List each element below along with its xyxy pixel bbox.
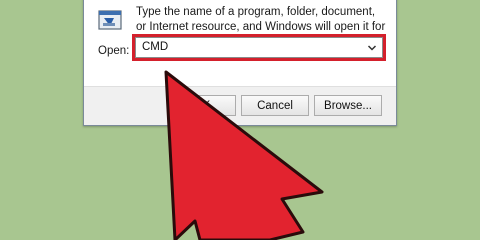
- chevron-down-icon[interactable]: [367, 41, 377, 53]
- open-input[interactable]: CMD: [132, 34, 386, 61]
- ok-button[interactable]: OK: [168, 95, 236, 116]
- run-icon: [98, 9, 122, 31]
- dialog-footer: OK Cancel Browse...: [84, 86, 396, 125]
- open-input-value: CMD: [142, 41, 169, 53]
- run-dialog: Type the name of a program, folder, docu…: [83, 0, 397, 126]
- dialog-content: Type the name of a program, folder, docu…: [84, 0, 396, 87]
- open-label: Open:: [98, 45, 130, 57]
- browse-button[interactable]: Browse...: [314, 95, 382, 116]
- cancel-button[interactable]: Cancel: [241, 95, 309, 116]
